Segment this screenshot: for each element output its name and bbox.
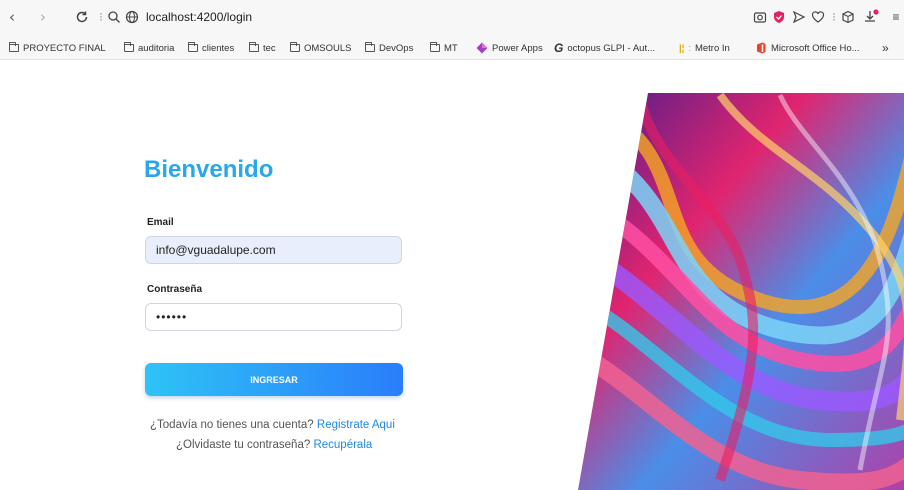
- bookmark-label: clientes: [202, 42, 235, 54]
- bookmark-item[interactable]: auditoria: [124, 39, 174, 57]
- bookmark-item[interactable]: PROYECTO FINAL: [9, 39, 106, 57]
- bookmark-label: Metro In: [694, 42, 730, 54]
- folder-icon: [9, 42, 19, 52]
- bookmark-label: Microsoft Office Ho...: [771, 42, 860, 54]
- bookmarks-bar: PROYECTO FINAL auditoria clientes tec OM…: [0, 36, 904, 60]
- decorative-swirl-image: [578, 93, 904, 490]
- bookmark-label: DevOps: [379, 42, 414, 54]
- glpi-icon: G: [554, 41, 564, 55]
- heart-icon[interactable]: [810, 9, 826, 25]
- screenshot-icon[interactable]: [752, 9, 768, 25]
- bookmark-item[interactable]: tec: [249, 39, 276, 57]
- bookmark-item[interactable]: DevOps: [365, 39, 413, 57]
- forward-icon[interactable]: ›: [40, 9, 46, 25]
- password-field[interactable]: ••••••: [145, 303, 402, 331]
- bookmark-item[interactable]: Microsoft Office Ho...: [755, 39, 860, 57]
- folder-icon: [249, 42, 259, 52]
- send-icon[interactable]: [791, 9, 807, 25]
- reload-icon[interactable]: [74, 9, 90, 25]
- login-button[interactable]: INGRESAR: [145, 363, 403, 396]
- bookmark-label: Power Apps: [492, 42, 543, 54]
- extensions-cube-icon[interactable]: [840, 9, 856, 25]
- bookmark-item[interactable]: G octopus GLPI - Aut...: [554, 39, 655, 57]
- bookmark-label: PROYECTO FINAL: [23, 42, 106, 54]
- browser-menu-icon[interactable]: ≡: [888, 9, 904, 25]
- email-label: Email: [147, 217, 174, 228]
- download-icon[interactable]: [863, 9, 879, 25]
- browser-toolbar: ‹ › ⁝ localhost:4200/login ⁝ ≡: [0, 0, 904, 36]
- register-link[interactable]: Registrate Aqui: [317, 419, 395, 431]
- globe-icon[interactable]: [124, 9, 140, 25]
- folder-icon: [290, 42, 300, 52]
- site-search-icon[interactable]: [106, 9, 122, 25]
- forgot-password-link[interactable]: Recupérala: [313, 439, 372, 451]
- page-title: Bienvenido: [144, 156, 274, 183]
- bookmark-item[interactable]: OMSOULS: [290, 39, 352, 57]
- power-apps-icon: [476, 42, 488, 54]
- folder-icon: [365, 42, 375, 52]
- bookmark-item[interactable]: |¦ : Metro In: [679, 39, 730, 57]
- back-icon[interactable]: ‹: [9, 9, 15, 25]
- bookmark-label: octopus GLPI - Aut...: [567, 42, 656, 54]
- password-label: Contraseña: [147, 284, 203, 295]
- folder-icon: [430, 42, 440, 52]
- bookmark-label: MT: [444, 42, 458, 54]
- bookmark-label: auditoria: [138, 42, 175, 54]
- bookmark-label: OMSOULS: [304, 42, 352, 54]
- office-icon: [757, 42, 766, 54]
- folder-icon: [188, 42, 198, 52]
- shield-icon[interactable]: [771, 9, 787, 25]
- email-field[interactable]: info@vguadalupe.com: [145, 236, 402, 264]
- address-bar[interactable]: localhost:4200/login: [146, 10, 252, 24]
- bookmark-item[interactable]: MT: [430, 39, 458, 57]
- bookmark-item[interactable]: clientes: [188, 39, 234, 57]
- bookmark-label: tec: [263, 42, 276, 54]
- bookmark-item[interactable]: Power Apps: [476, 39, 543, 57]
- register-prompt: ¿Todavía no tienes una cuenta?: [150, 419, 314, 431]
- metro-icon: |¦: [679, 42, 685, 54]
- register-line: ¿Todavía no tienes una cuenta? Registrat…: [150, 419, 395, 431]
- more-bookmarks-button[interactable]: »: [882, 39, 889, 57]
- forgot-line: ¿Olvidaste tu contraseña? Recupérala: [176, 439, 372, 451]
- folder-icon: [124, 42, 134, 52]
- forgot-prompt: ¿Olvidaste tu contraseña?: [176, 439, 311, 451]
